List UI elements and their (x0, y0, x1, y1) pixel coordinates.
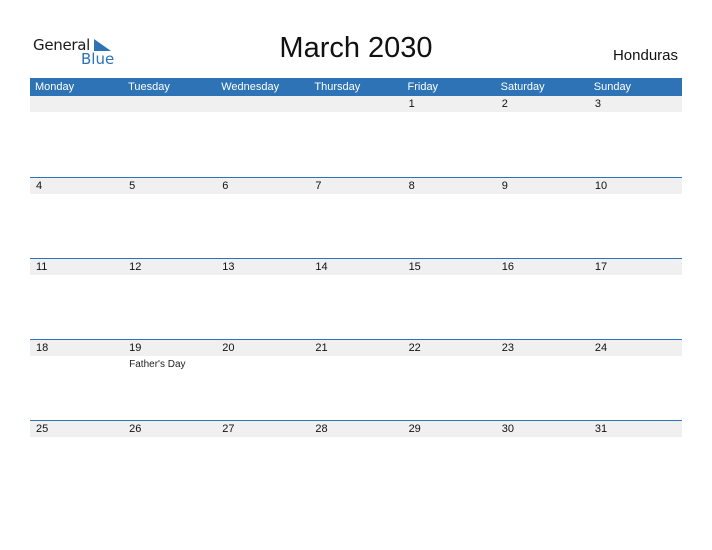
day-cell[interactable]: 3 (589, 96, 682, 177)
day-number: 18 (36, 342, 49, 354)
day-cell[interactable]: 20 (216, 339, 309, 420)
week-row: 18 19 Father's Day 20 21 22 23 24 (30, 339, 682, 420)
weekday-thursday: Thursday (314, 81, 361, 93)
day-number: 6 (222, 180, 229, 192)
day-cell[interactable]: 17 (589, 258, 682, 339)
day-cell[interactable]: 14 (309, 258, 402, 339)
weekday-friday: Friday (407, 81, 439, 93)
day-cell[interactable]: 11 (30, 258, 123, 339)
country-label: Honduras (612, 47, 678, 64)
day-number: 28 (315, 423, 328, 435)
weekday-monday: Monday (35, 81, 75, 93)
day-cell[interactable] (30, 96, 123, 177)
day-cell[interactable]: 12 (123, 258, 216, 339)
day-number: 7 (315, 180, 322, 192)
day-number: 12 (129, 261, 142, 273)
day-cell[interactable]: 9 (496, 177, 589, 258)
day-cell[interactable]: 1 (403, 96, 496, 177)
day-number: 29 (408, 423, 421, 435)
day-number: 13 (222, 261, 235, 273)
day-cell[interactable]: 16 (496, 258, 589, 339)
day-number: 10 (594, 180, 608, 192)
day-number: 15 (408, 261, 421, 273)
day-number: 8 (408, 180, 415, 192)
day-cell[interactable]: 15 (403, 258, 496, 339)
day-number: 22 (408, 342, 421, 354)
day-number: 1 (408, 98, 415, 110)
day-cell[interactable]: 4 (30, 177, 123, 258)
week-row: 4 5 6 7 8 9 10 (30, 177, 682, 258)
weekday-saturday: Saturday (500, 81, 545, 93)
day-cell[interactable]: 26 (123, 420, 216, 501)
day-number: 26 (129, 423, 142, 435)
calendar-title: March 2030 (279, 32, 433, 64)
day-number: 5 (129, 180, 136, 192)
weekday-tuesday: Tuesday (128, 81, 170, 93)
day-cell[interactable] (123, 96, 216, 177)
day-number: 14 (315, 261, 328, 273)
day-cell[interactable]: 8 (403, 177, 496, 258)
weekday-sunday: Sunday (593, 81, 632, 93)
day-number: 23 (501, 342, 514, 354)
day-number: 2 (501, 98, 508, 110)
day-cell[interactable]: 7 (309, 177, 402, 258)
day-number: 25 (36, 423, 49, 435)
day-number: 19 (129, 342, 142, 354)
day-cell[interactable]: 10 (589, 177, 682, 258)
day-number: 4 (36, 180, 43, 192)
day-cell[interactable]: 25 (30, 420, 123, 501)
day-cell[interactable]: 18 (30, 339, 123, 420)
holiday-event: Father's Day (129, 359, 186, 370)
day-number: 17 (594, 261, 608, 273)
day-number: 9 (501, 180, 508, 192)
day-cell[interactable] (309, 96, 402, 177)
week-row: 1 2 3 (30, 96, 682, 177)
week-row: 11 12 13 14 15 16 17 (30, 258, 682, 339)
day-cell[interactable]: 6 (216, 177, 309, 258)
day-number: 21 (315, 342, 328, 354)
day-cell[interactable]: 5 (123, 177, 216, 258)
day-cell[interactable]: 23 (496, 339, 589, 420)
weekday-header: Monday Tuesday Wednesday Thursday Friday… (30, 78, 682, 96)
day-cell[interactable]: 21 (309, 339, 402, 420)
day-cell[interactable]: 30 (496, 420, 589, 501)
day-cell[interactable]: 2 (496, 96, 589, 177)
day-number: 16 (501, 261, 514, 273)
day-number: 27 (222, 423, 235, 435)
day-number: 11 (36, 261, 48, 273)
day-number: 20 (222, 342, 235, 354)
week-row: 25 26 27 28 29 30 31 (30, 420, 682, 501)
day-cell[interactable]: 27 (216, 420, 309, 501)
day-cell[interactable]: 31 (589, 420, 682, 501)
day-number: 3 (594, 98, 601, 110)
day-number: 30 (501, 423, 514, 435)
day-number: 24 (594, 342, 608, 354)
day-number: 31 (594, 423, 608, 435)
day-cell[interactable]: 24 (589, 339, 682, 420)
day-cell[interactable]: 19 Father's Day (123, 339, 216, 420)
weekday-wednesday: Wednesday (221, 81, 280, 93)
day-cell[interactable]: 29 (403, 420, 496, 501)
day-cell[interactable] (216, 96, 309, 177)
day-cell[interactable]: 22 (403, 339, 496, 420)
day-cell[interactable]: 13 (216, 258, 309, 339)
day-cell[interactable]: 28 (309, 420, 402, 501)
